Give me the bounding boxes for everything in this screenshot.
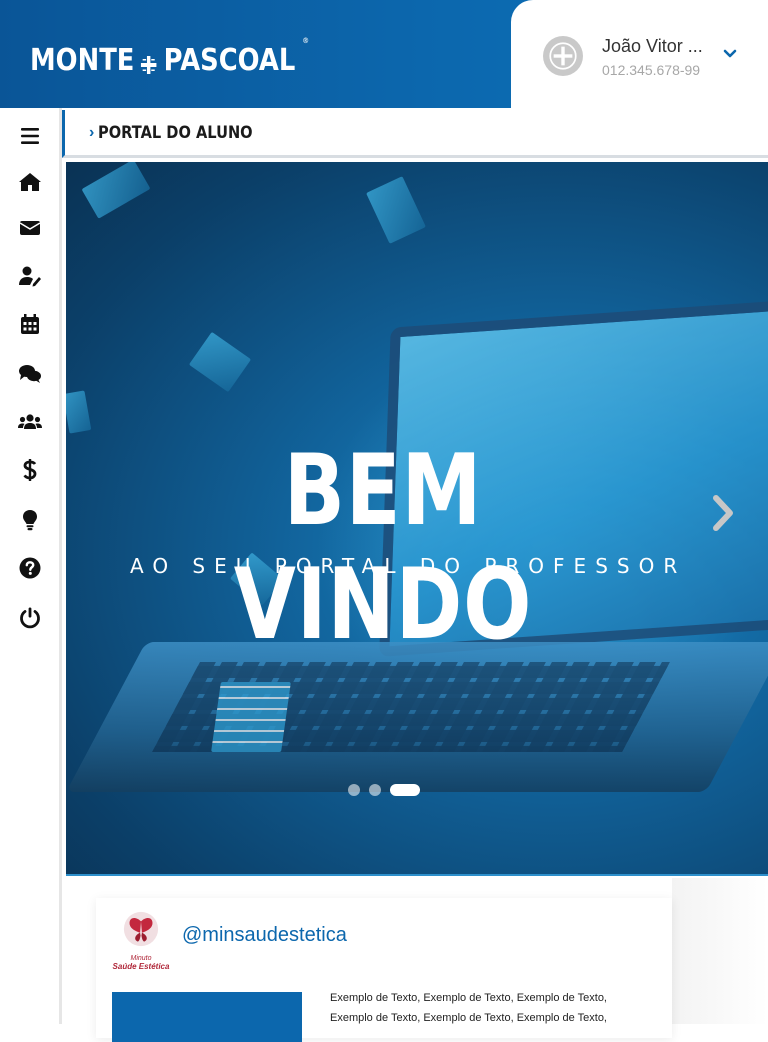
hero-title: BEM VINDO xyxy=(233,434,533,662)
carousel-dot[interactable] xyxy=(348,784,360,796)
home-icon xyxy=(19,173,41,191)
logo-text-left: MONTE xyxy=(30,42,135,78)
menu-icon xyxy=(21,128,39,144)
carousel-dot-active[interactable] xyxy=(390,784,420,796)
flying-book xyxy=(188,331,252,393)
card-shadow-area xyxy=(672,878,768,1024)
user-edit-icon xyxy=(19,266,41,287)
sidebar-item-groups[interactable] xyxy=(14,406,46,438)
brand-avatar-line1: Minuto xyxy=(130,955,152,962)
brand-avatar-line2: Saúde Estética xyxy=(112,962,170,971)
carousel-dot[interactable] xyxy=(369,784,381,796)
dollar-icon xyxy=(23,459,37,481)
chat-icon xyxy=(19,365,41,383)
post-text: Exemplo de Texto, Exemplo de Texto, Exem… xyxy=(330,992,607,1024)
logo-text-right: PASCOAL xyxy=(163,42,296,78)
hero-carousel[interactable]: BEM VINDO AO SEU PORTAL DO PROFESSOR xyxy=(66,162,768,876)
sidebar-item-calendar[interactable] xyxy=(14,308,46,340)
registered-mark: ® xyxy=(302,36,310,45)
avatar-cross-icon xyxy=(549,42,577,70)
breadcrumb-label: PORTAL DO ALUNO xyxy=(98,123,253,143)
social-post-card[interactable]: Minuto Saúde Estética @minsaudestetica E… xyxy=(96,898,672,1042)
chevron-right-icon: › xyxy=(89,124,95,141)
user-cpf: 012.345.678-99 xyxy=(602,62,701,78)
sidebar-item-help[interactable] xyxy=(14,552,46,584)
breadcrumb[interactable]: › PORTAL DO ALUNO xyxy=(89,123,278,143)
sidebar-item-messages[interactable] xyxy=(14,212,46,244)
power-icon xyxy=(20,607,40,629)
avatar xyxy=(543,36,583,76)
sidebar-item-home[interactable] xyxy=(14,166,46,198)
sidebar-item-chat[interactable] xyxy=(14,358,46,390)
butterfly-logo-icon xyxy=(123,911,159,947)
lightbulb-icon xyxy=(23,510,37,531)
carousel-next-icon[interactable] xyxy=(708,492,738,534)
sidebar-item-logout[interactable] xyxy=(14,602,46,634)
brand-avatar[interactable]: Minuto Saúde Estética xyxy=(110,910,172,971)
user-name: João Vitor ... xyxy=(602,36,703,56)
sidebar-item-menu[interactable] xyxy=(14,120,46,152)
sidebar-item-finance[interactable] xyxy=(14,454,46,486)
carousel-indicators xyxy=(348,784,420,796)
flying-book xyxy=(66,390,92,434)
flying-book xyxy=(366,176,426,244)
users-icon xyxy=(18,414,42,429)
flying-book xyxy=(81,162,151,219)
calendar-icon xyxy=(21,314,39,334)
sidebar-item-profile-edit[interactable] xyxy=(14,260,46,292)
breadcrumb-bar: › PORTAL DO ALUNO xyxy=(62,110,768,158)
hero-subtitle: AO SEU PORTAL DO PROFESSOR xyxy=(130,554,687,578)
book-stack xyxy=(211,682,291,752)
envelope-icon xyxy=(19,221,41,235)
sidebar-item-ideas[interactable] xyxy=(14,504,46,536)
question-icon xyxy=(19,557,41,579)
brand-logo[interactable]: MONTE PASCOAL ® xyxy=(30,36,309,80)
logo-cross-icon xyxy=(140,49,159,74)
sidebar xyxy=(0,108,62,1024)
chevron-down-icon[interactable] xyxy=(722,46,738,62)
user-menu[interactable]: João Vitor ... 012.345.678-99 xyxy=(511,0,768,108)
post-image[interactable] xyxy=(112,992,302,1042)
social-handle[interactable]: @minsaudestetica xyxy=(182,924,347,947)
top-header: MONTE PASCOAL ® João Vitor ... 012.345.6… xyxy=(0,0,768,108)
